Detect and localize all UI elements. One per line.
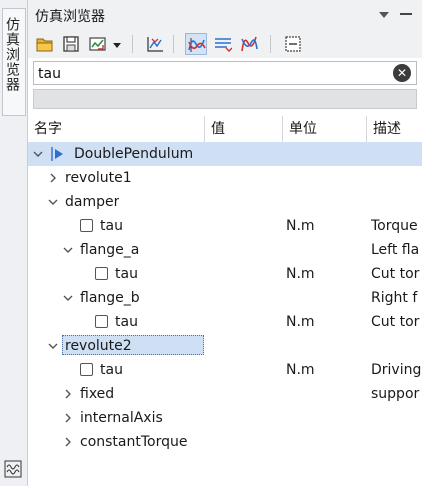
tree-node-row[interactable]: revolute1	[28, 166, 422, 190]
panel-title: 仿真浏览器	[35, 9, 105, 25]
column-header: 名字 值 单位 描述	[28, 116, 422, 143]
tree-node-row[interactable]: flange_b Right f	[28, 286, 422, 310]
search-box: ✕	[33, 61, 417, 85]
header-value[interactable]: 值	[204, 116, 282, 142]
node-label: internalAxis	[80, 410, 163, 426]
header-unit[interactable]: 单位	[282, 116, 366, 142]
minimize-icon[interactable]	[400, 13, 412, 15]
node-label: damper	[65, 194, 120, 210]
export-plot-icon[interactable]	[87, 33, 109, 55]
progress-bar	[33, 89, 417, 109]
expand-chevron-down-icon[interactable]	[32, 142, 44, 166]
tree-node-row[interactable]: DoublePendulum	[28, 142, 422, 166]
collapse-chevron-right-icon[interactable]	[62, 382, 74, 406]
tree-node-row[interactable]: constantTorque	[28, 430, 422, 454]
node-label: flange_b	[80, 290, 140, 306]
plot-variable-icon[interactable]	[144, 33, 166, 55]
tree-node-row[interactable]: fixed suppor	[28, 382, 422, 406]
list-mode-icon[interactable]	[212, 33, 234, 55]
tree-node-row[interactable]: revolute2	[28, 334, 422, 358]
save-icon[interactable]	[60, 33, 82, 55]
description-cell: Cut tor	[371, 266, 420, 282]
unit-cell: N.m	[286, 362, 315, 378]
tree-node-row[interactable]: flange_a Left fla	[28, 238, 422, 262]
description-cell: suppor	[371, 386, 420, 402]
variable-checkbox[interactable]	[80, 363, 93, 376]
window-minimize-icon[interactable]	[282, 33, 304, 55]
node-label: revolute1	[65, 170, 132, 186]
node-label: tau	[100, 362, 123, 378]
variable-row[interactable]: tau N.m Cut tor	[28, 262, 422, 286]
panel-titlebar: 仿真浏览器	[28, 0, 422, 30]
description-cell: Torque	[371, 218, 418, 234]
toolbar	[28, 30, 422, 58]
node-label: tau	[100, 218, 123, 234]
variable-browser-panel: 仿真浏览器 tau ✕ 名字 值 单位 描述 DoublePendulum re…	[28, 0, 422, 486]
expand-chevron-down-icon[interactable]	[62, 238, 74, 262]
side-tab-button[interactable]: 仿真浏览器	[2, 8, 26, 116]
collapse-chevron-right-icon[interactable]	[62, 406, 74, 430]
node-label: flange_a	[80, 242, 140, 258]
tree-node-row[interactable]: damper	[28, 190, 422, 214]
header-name[interactable]: 名字	[28, 116, 204, 142]
description-cell: Right f	[371, 290, 418, 306]
unit-cell: N.m	[286, 218, 315, 234]
side-tab-label: 仿真浏览器	[4, 17, 20, 92]
variable-row[interactable]: tau N.m Driving	[28, 358, 422, 382]
toolbar-separator	[132, 35, 133, 53]
node-label: tau	[115, 266, 138, 282]
expand-chevron-down-icon[interactable]	[47, 190, 59, 214]
side-tab[interactable]: 仿真浏览器	[0, 0, 28, 486]
search-input[interactable]	[36, 64, 380, 84]
node-label: DoublePendulum	[74, 146, 194, 162]
variable-browser-icon	[4, 460, 22, 482]
variable-checkbox[interactable]	[95, 315, 108, 328]
expand-chevron-down-icon[interactable]	[62, 286, 74, 310]
curve-mode-icon[interactable]	[185, 33, 207, 55]
toolbar-separator	[270, 35, 271, 53]
collapse-chevron-right-icon[interactable]	[62, 430, 74, 454]
variable-row[interactable]: tau N.m Cut tor	[28, 310, 422, 334]
node-label: constantTorque	[80, 434, 188, 450]
description-cell: Cut tor	[371, 314, 420, 330]
expand-chevron-down-icon[interactable]	[47, 334, 59, 358]
clear-search-icon[interactable]: ✕	[393, 64, 411, 82]
node-label: revolute2	[65, 338, 132, 354]
header-description[interactable]: 描述	[366, 116, 422, 142]
node-label: tau	[115, 314, 138, 330]
variable-checkbox[interactable]	[95, 267, 108, 280]
toolbar-separator	[173, 35, 174, 53]
open-folder-icon[interactable]	[34, 33, 56, 55]
tree-node-row[interactable]: internalAxis	[28, 406, 422, 430]
dropdown-triangle-icon[interactable]	[378, 8, 390, 24]
description-cell: Driving	[371, 362, 422, 378]
unit-cell: N.m	[286, 266, 315, 282]
node-label: fixed	[80, 386, 115, 402]
unit-cell: N.m	[286, 314, 315, 330]
variable-checkbox[interactable]	[80, 219, 93, 232]
parametric-curve-icon[interactable]	[238, 33, 260, 55]
description-cell: Left fla	[371, 242, 420, 258]
dropdown-arrow-icon[interactable]	[110, 33, 124, 55]
collapse-chevron-right-icon[interactable]	[47, 166, 59, 190]
variable-row[interactable]: tau N.m Torque	[28, 214, 422, 238]
